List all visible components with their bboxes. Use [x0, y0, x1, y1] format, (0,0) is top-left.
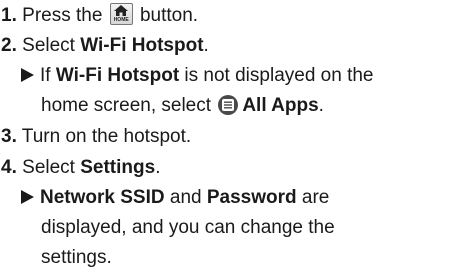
note-text: settings. [41, 247, 112, 268]
step-2: 2. Select Wi-Fi Hotspot. [1, 34, 209, 57]
step-number: 4. [1, 157, 17, 178]
note-text: is not displayed on the [184, 65, 374, 86]
all-apps-icon [218, 95, 239, 115]
note-text: If [40, 65, 51, 86]
note-text: displayed, and you can change the [41, 217, 335, 238]
step-text: button. [139, 5, 199, 26]
step-3: 3. Turn on the hotspot. [1, 125, 191, 148]
arrow-icon [21, 190, 34, 204]
home-button-icon: HOME [109, 3, 133, 25]
wifi-hotspot-label: Wi-Fi Hotspot [80, 35, 204, 56]
step-1: 1. Press the HOME button. [1, 3, 198, 27]
step-text: . [203, 35, 209, 56]
network-ssid-label: Network SSID [40, 187, 165, 208]
note-2-line-3: settings. [41, 246, 112, 269]
step-text: Select [22, 35, 75, 56]
step-text: . [155, 157, 161, 178]
settings-label: Settings [80, 157, 156, 178]
step-4: 4. Select Settings. [1, 156, 160, 179]
password-label: Password [206, 187, 297, 208]
home-button-caption: HOME [113, 17, 129, 23]
note-text: are [301, 187, 330, 208]
all-apps-label: All Apps [242, 95, 319, 116]
step-number: 2. [1, 35, 17, 56]
note-1-line-2: home screen, select All Apps. [41, 94, 324, 117]
note-1-line-1: If Wi-Fi Hotspot is not displayed on the [21, 64, 374, 87]
step-text: Select [22, 157, 75, 178]
instructions: 1. Press the HOME button. 2. Select Wi-F… [0, 0, 476, 275]
note-text: and [169, 187, 202, 208]
note-text: . [318, 95, 324, 116]
step-text: Press the [22, 5, 103, 26]
note-2-line-2: displayed, and you can change the [41, 216, 335, 239]
step-text: Turn on the hotspot. [21, 126, 192, 147]
arrow-icon [21, 68, 34, 82]
wifi-hotspot-label: Wi-Fi Hotspot [55, 65, 180, 86]
step-number: 3. [1, 126, 17, 147]
step-number: 1. [1, 5, 17, 26]
note-2-line-1: Network SSID and Password are [21, 186, 329, 209]
note-text: home screen, select [41, 95, 212, 116]
